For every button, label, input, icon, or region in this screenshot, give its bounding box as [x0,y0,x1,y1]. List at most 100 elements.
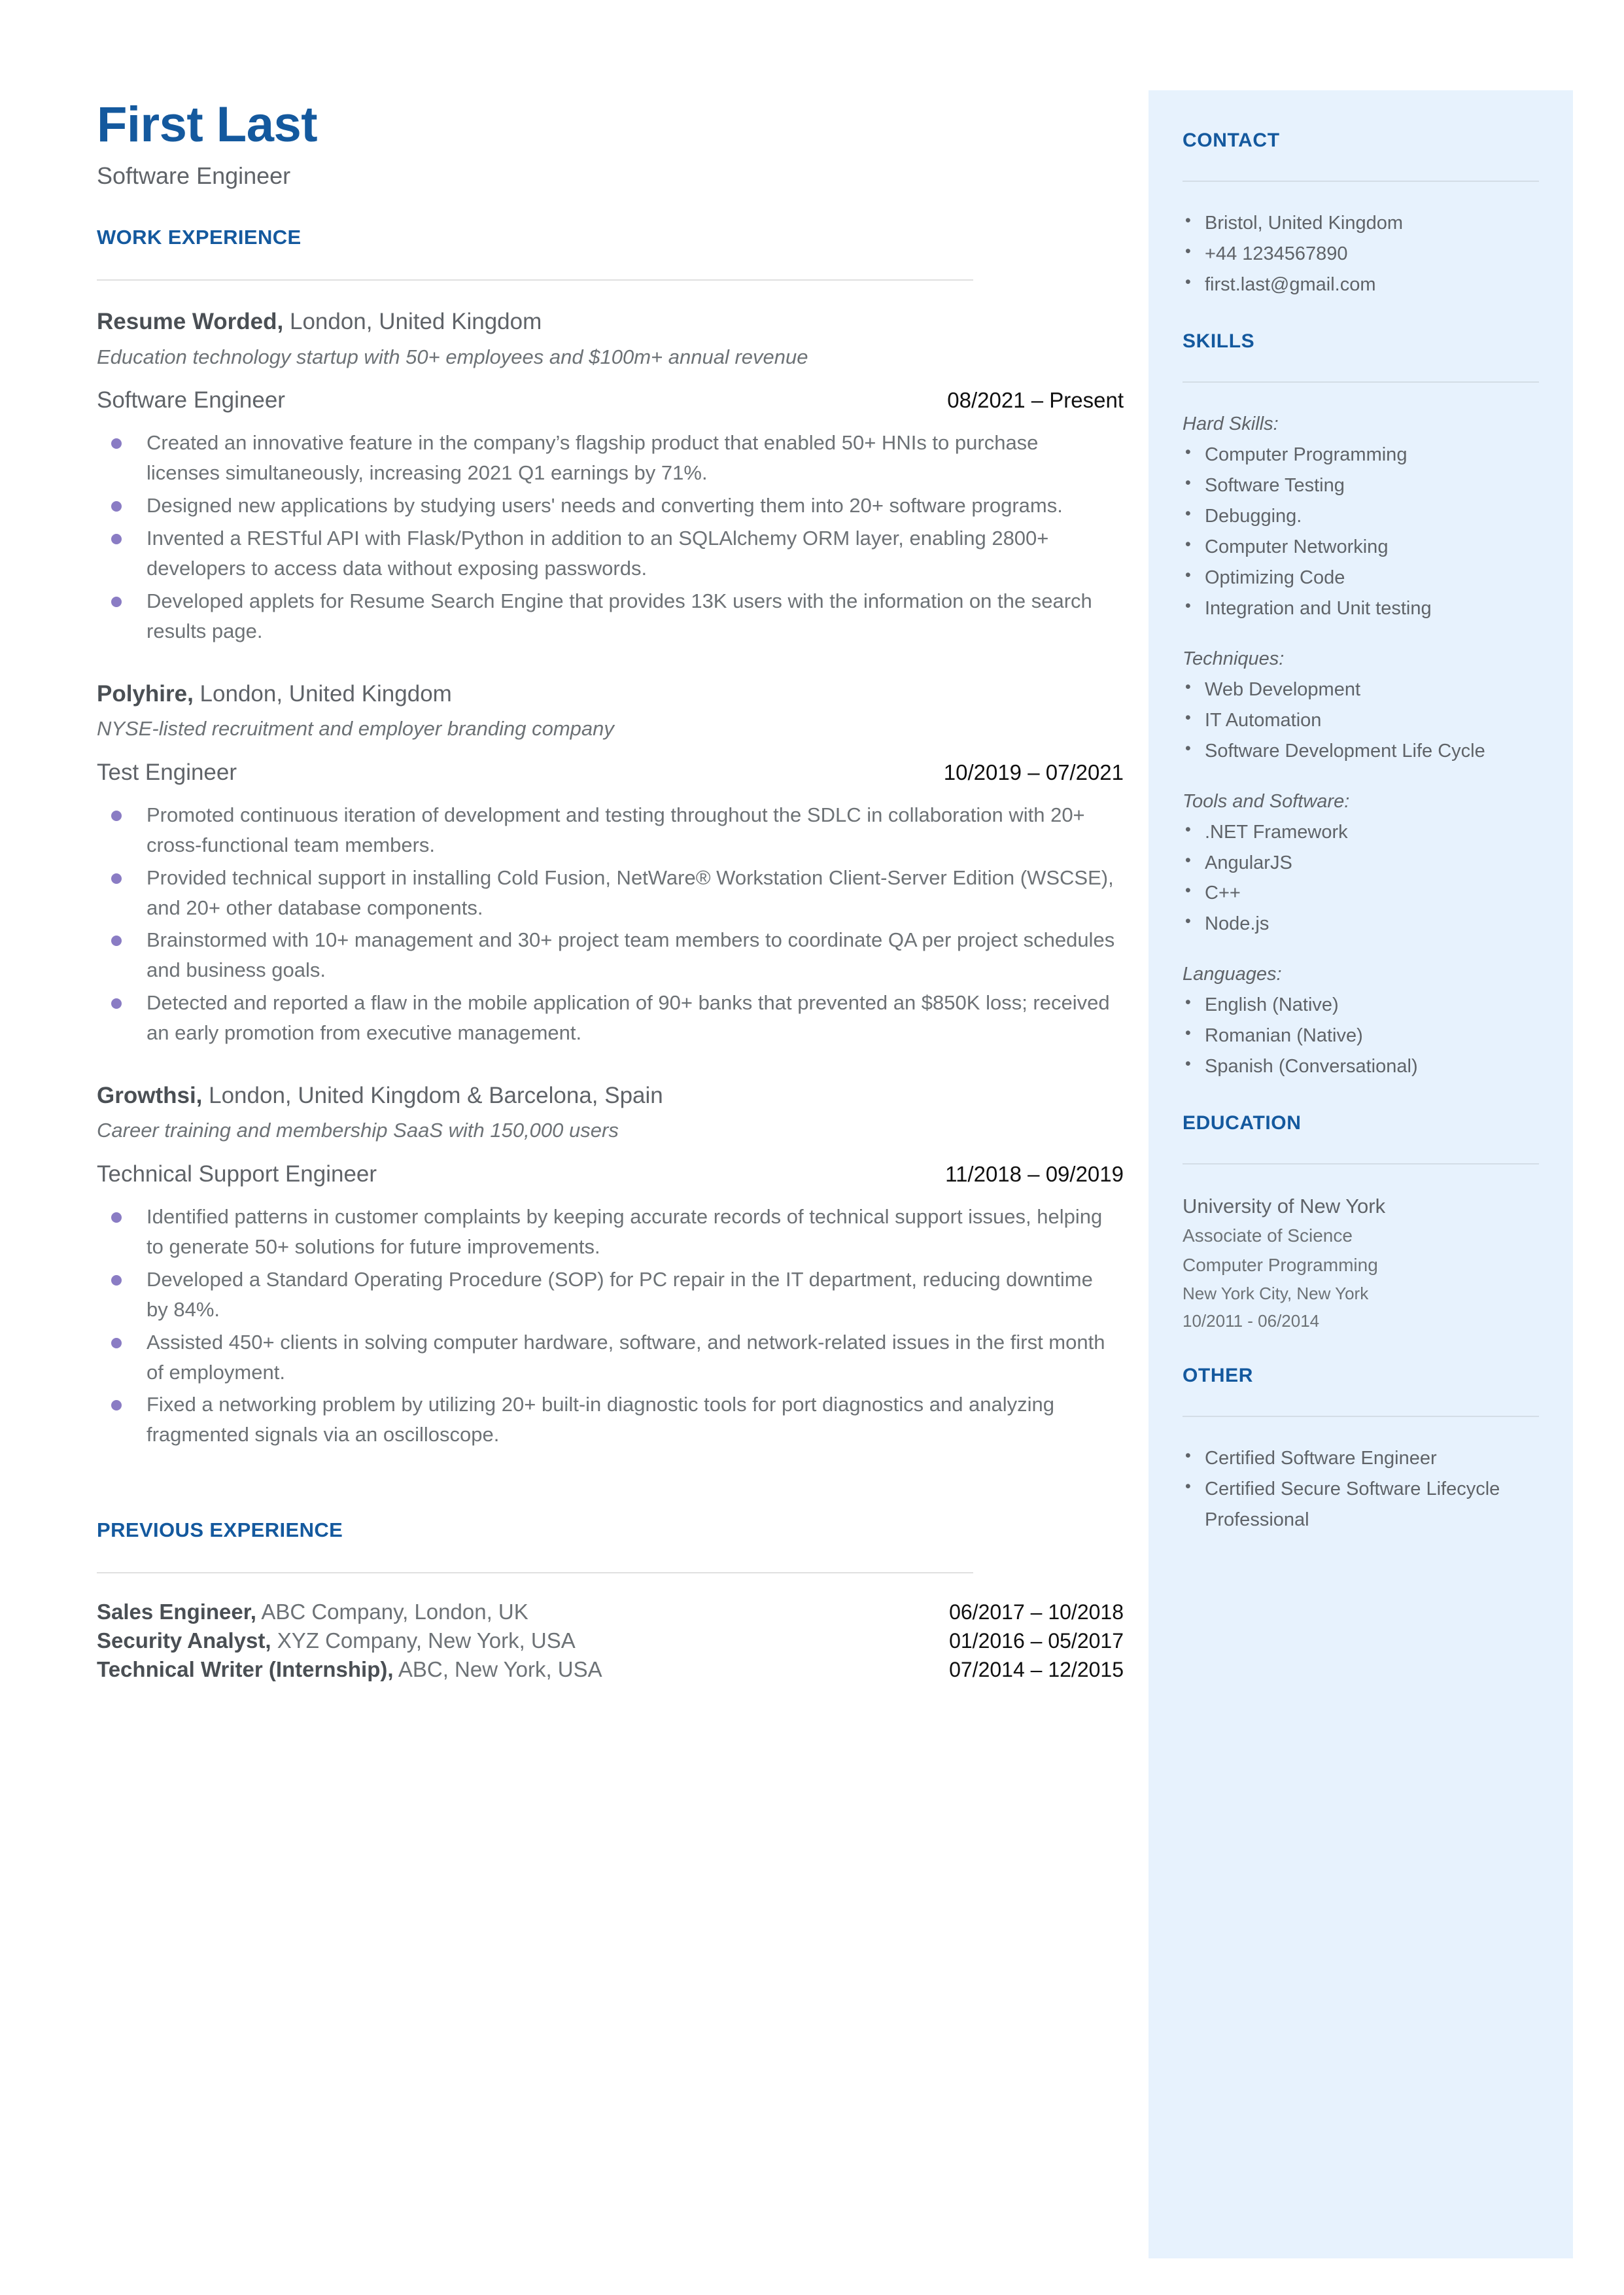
job-company: Growthsi, London, United Kingdom & Barce… [97,1081,1130,1111]
job-bullet-list: Identified patterns in customer complain… [97,1202,1130,1450]
contact-item[interactable]: first.last@gmail.com [1183,269,1539,300]
sidebar: CONTACT Bristol, United Kingdom+44 12345… [1149,90,1573,2258]
job-bullet: Assisted 450+ clients in solving compute… [97,1327,1117,1388]
skill-item: Web Development [1183,674,1539,705]
skill-item: English (Native) [1183,989,1539,1021]
previous-experience-role: Security Analyst, [97,1628,271,1653]
education-entry: University of New York Associate of Scie… [1183,1191,1539,1335]
job-company-description: Education technology startup with 50+ em… [97,345,808,368]
skill-item: AngularJS [1183,847,1539,879]
previous-experience-row: Technical Writer (Internship), ABC, New … [97,1657,1124,1682]
skill-item: Software Testing [1183,470,1539,501]
job-dates: 10/2019 – 07/2021 [943,760,1124,784]
job-dates: 08/2021 – Present [947,388,1124,413]
job-bullet: Created an innovative feature in the com… [97,428,1117,488]
job-company-name: Resume Worded, [97,309,284,335]
previous-experience-detail: XYZ Company, New York, USA [271,1628,576,1653]
job-role: Technical Support Engineer [97,1161,377,1187]
contact-item[interactable]: Bristol, United Kingdom [1183,207,1539,239]
skill-item: Integration and Unit testing [1183,593,1539,624]
skill-item: IT Automation [1183,705,1539,736]
contact-item[interactable]: +44 1234567890 [1183,238,1539,270]
job-bullet: Developed a Standard Operating Procedure… [97,1265,1117,1325]
previous-experience-label: Security Analyst, XYZ Company, New York,… [97,1628,576,1653]
skill-group-list: Computer ProgrammingSoftware TestingDebu… [1183,439,1539,624]
skill-item: .NET Framework [1183,816,1539,848]
other-list: Certified Software EngineerCertified Sec… [1183,1443,1539,1535]
previous-experience-list: Sales Engineer, ABC Company, London, UK 0… [97,1600,1130,1682]
education-field: Computer Programming [1183,1255,1378,1276]
previous-experience-dates: 06/2017 – 10/2018 [949,1600,1124,1624]
education-location: New York City, New York [1183,1283,1369,1303]
skill-group-label: Tools and Software: [1183,790,1350,812]
job-bullet: Designed new applications by studying us… [97,491,1117,521]
job-list: Resume Worded, London, United Kingdom Edu… [97,307,1130,1482]
job-role: Test Engineer [97,759,237,785]
section-title-contact: CONTACT [1183,130,1280,151]
job-bullet: Identified patterns in customer complain… [97,1202,1117,1262]
previous-experience-row: Sales Engineer, ABC Company, London, UK 0… [97,1600,1124,1624]
job-entry: Resume Worded, London, United Kingdom Edu… [97,307,1130,678]
job-bullet: Developed applets for Resume Search Engi… [97,586,1117,646]
section-title-work-experience: WORK EXPERIENCE [97,226,302,249]
job-company-description: Career training and membership SaaS with… [97,1119,619,1142]
other-divider [1183,1416,1539,1418]
section-title-other: OTHER [1183,1365,1253,1387]
skill-item: C++ [1183,877,1539,909]
skill-item: Software Development Life Cycle [1183,735,1539,767]
section-title-previous-experience: PREVIOUS EXPERIENCE [97,1518,343,1542]
previous-experience-label: Sales Engineer, ABC Company, London, UK [97,1600,528,1624]
job-role: Software Engineer [97,387,285,413]
work-experience-divider [97,279,973,281]
job-entry: Polyhire, London, United Kingdom NYSE-lis… [97,679,1130,1081]
skill-item: Node.js [1183,908,1539,939]
job-dates: 11/2018 – 09/2019 [945,1162,1124,1187]
resume-page: First Last Software Engineer WORK EXPERI… [0,0,1624,2295]
skill-item: Optimizing Code [1183,562,1539,593]
job-company-description: NYSE-listed recruitment and employer bra… [97,717,614,741]
previous-experience-detail: ABC, New York, USA [393,1657,602,1682]
skill-item: Debugging. [1183,500,1539,532]
job-bullet: Fixed a networking problem by utilizing … [97,1390,1117,1450]
skill-item: Romanian (Native) [1183,1020,1539,1051]
skills-list: Hard Skills:Computer ProgrammingSoftware… [1183,409,1539,1082]
skills-divider [1183,381,1539,383]
skill-group-list: .NET FrameworkAngularJSC++Node.js [1183,816,1539,940]
job-location: London, United Kingdom & Barcelona, Spai… [202,1082,663,1108]
previous-experience-label: Technical Writer (Internship), ABC, New … [97,1657,602,1682]
job-company: Resume Worded, London, United Kingdom [97,307,1130,337]
job-bullet: Detected and reported a flaw in the mobi… [97,988,1117,1048]
skill-group-label: Languages: [1183,964,1282,985]
education-school: University of New York [1183,1195,1386,1218]
main-column: First Last Software Engineer WORK EXPERI… [97,97,1130,1686]
other-item: Certified Software Engineer [1183,1443,1539,1474]
job-bullet: Promoted continuous iteration of develop… [97,800,1117,860]
job-bullet-list: Created an innovative feature in the com… [97,428,1130,646]
section-title-education: EDUCATION [1183,1112,1302,1134]
job-role-row: Software Engineer 08/2021 – Present [97,387,1124,413]
previous-experience-dates: 07/2014 – 12/2015 [949,1658,1124,1682]
job-company: Polyhire, London, United Kingdom [97,679,1130,709]
job-location: London, United Kingdom [283,309,542,335]
job-entry: Growthsi, London, United Kingdom & Barce… [97,1081,1130,1482]
contact-list: Bristol, United Kingdom+44 1234567890fir… [1183,207,1539,300]
skill-group-label: Techniques: [1183,648,1285,669]
skill-item: Computer Programming [1183,439,1539,470]
job-company-name: Growthsi, [97,1082,203,1108]
previous-experience-detail: ABC Company, London, UK [256,1600,528,1624]
education-dates: 10/2011 - 06/2014 [1183,1310,1320,1331]
previous-experience-role: Sales Engineer, [97,1600,256,1624]
job-bullet: Brainstormed with 10+ management and 30+… [97,925,1117,985]
section-title-skills: SKILLS [1183,330,1255,352]
education-degree: Associate of Science [1183,1225,1353,1246]
previous-experience-dates: 01/2016 – 05/2017 [949,1629,1124,1653]
skill-item: Spanish (Conversational) [1183,1051,1539,1082]
job-bullet: Invented a RESTful API with Flask/Python… [97,523,1117,584]
